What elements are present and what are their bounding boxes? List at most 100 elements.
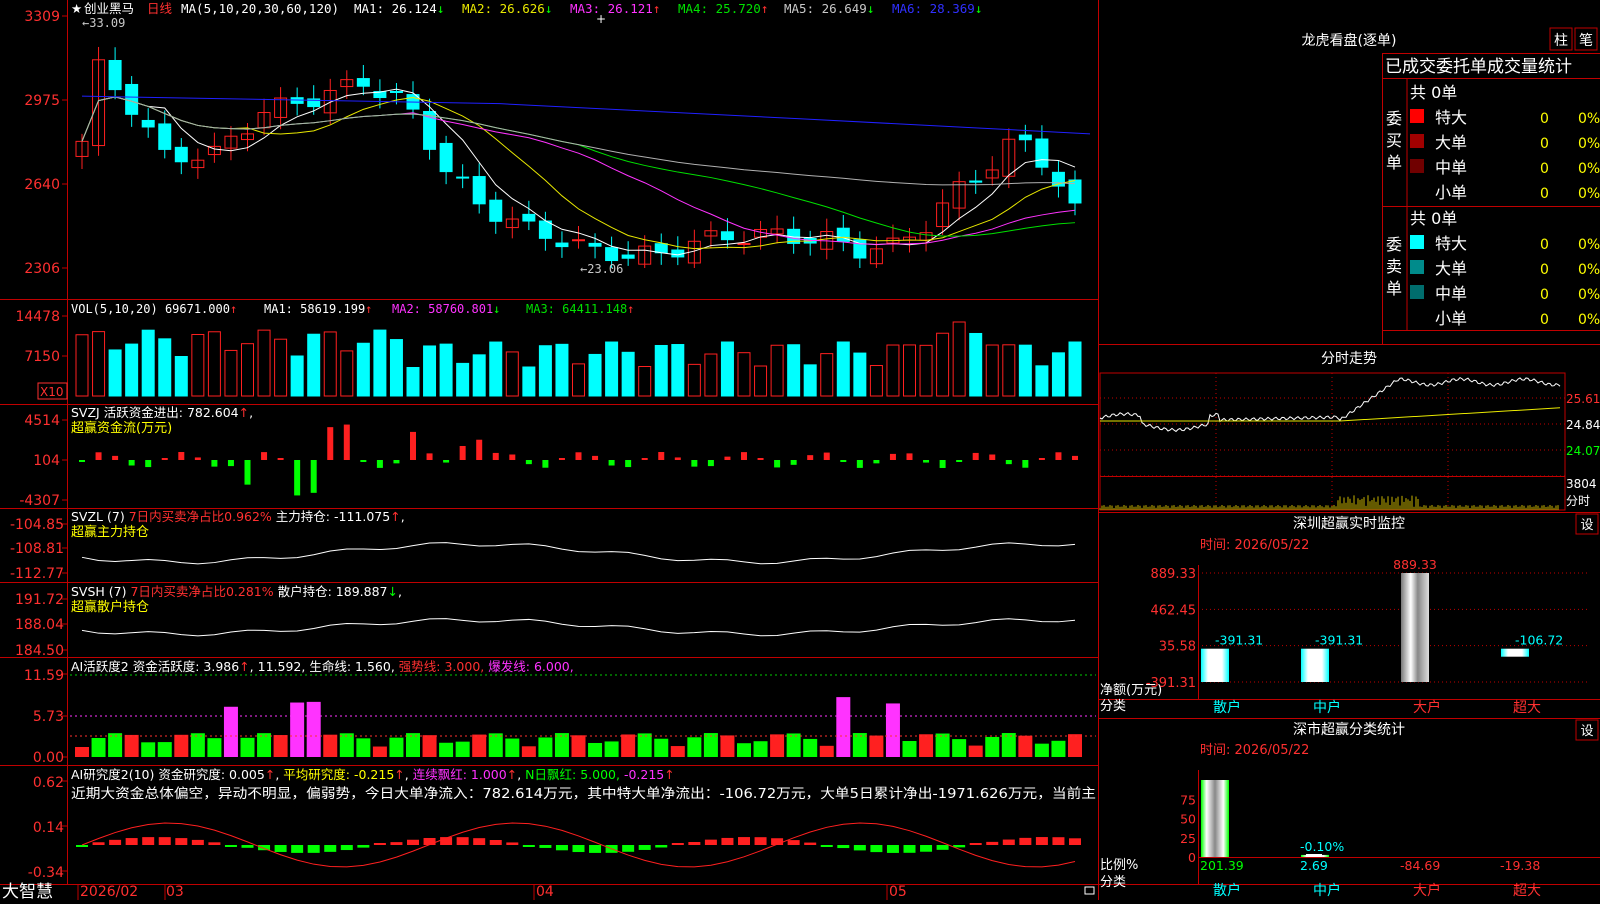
sell-total: 共 0单 xyxy=(1410,209,1457,228)
volume-bar xyxy=(290,355,304,397)
main-position-polyline xyxy=(81,542,1076,565)
activity-bar xyxy=(290,702,305,757)
volume-bar xyxy=(621,351,635,397)
activity-bar xyxy=(207,738,222,757)
research-bar xyxy=(622,845,635,852)
sell-row-pct: 0% xyxy=(1578,287,1600,303)
buy-row-count: 0 xyxy=(1540,186,1549,202)
activity-bar xyxy=(356,738,371,757)
flow-bar xyxy=(443,460,450,463)
research-bar xyxy=(258,845,271,851)
candle-body xyxy=(125,83,139,115)
activity-bar xyxy=(108,733,123,757)
candle-body xyxy=(472,176,486,205)
activity-bar xyxy=(455,741,470,757)
intraday-lines xyxy=(1099,376,1561,510)
ma-line xyxy=(81,96,1076,237)
class-ytick: 50 xyxy=(1180,812,1196,827)
xaxis-label-4: 05 xyxy=(889,884,907,900)
volume-bar xyxy=(241,343,254,397)
volume-bar xyxy=(952,321,966,397)
class-value-label: -84.69 xyxy=(1400,858,1440,873)
volume-bar xyxy=(406,367,420,397)
flow-bar xyxy=(856,460,863,468)
flow-bar xyxy=(327,427,334,460)
flow-bar xyxy=(823,452,830,460)
candle-body xyxy=(555,242,569,248)
activity-bar xyxy=(654,738,669,757)
activity-bar xyxy=(240,737,255,757)
activity-bar xyxy=(488,733,503,757)
research-bar xyxy=(589,845,602,853)
research-bar xyxy=(969,843,982,845)
price-ytick-1: 3309 xyxy=(24,9,60,25)
flow-bar xyxy=(277,458,284,460)
activity-bar xyxy=(786,733,801,757)
research-bar xyxy=(125,838,138,845)
class-time: 时间: 2026/05/22 xyxy=(1200,743,1309,758)
flow-bar xyxy=(244,460,251,485)
volume-bar xyxy=(1035,365,1049,397)
svg-text:MA1: 58619.199↑: MA1: 58619.199↑ xyxy=(264,302,372,316)
monitor-ytick: 462.45 xyxy=(1151,603,1197,618)
activity-bar xyxy=(935,733,950,757)
sell-row-name: 特大 xyxy=(1435,234,1467,253)
activity-bar xyxy=(273,735,288,757)
activity-bar xyxy=(157,742,172,757)
research-bar xyxy=(936,845,949,850)
volume-bar xyxy=(1068,341,1082,397)
ma3-legend: MA3: 26.121↑ xyxy=(570,1,660,16)
sell-row-count: 0 xyxy=(1540,287,1549,303)
volume-bar xyxy=(572,363,585,397)
flow-bar xyxy=(906,453,913,460)
research-bar xyxy=(373,843,386,845)
period-label[interactable]: 日线 xyxy=(147,1,173,16)
flow-bar xyxy=(145,460,152,468)
star-icon[interactable]: ★ xyxy=(71,1,82,16)
price-ytick-4: 2306 xyxy=(24,261,60,277)
activity-bar xyxy=(703,733,718,757)
activity-bar xyxy=(737,743,751,757)
svg-text:MA2: 58760.801↓: MA2: 58760.801↓ xyxy=(392,302,500,316)
flow-bar xyxy=(658,452,665,460)
flow-bar xyxy=(360,460,367,462)
volume-bar xyxy=(1051,352,1065,397)
monitor-settings-label: 设 xyxy=(1580,518,1593,533)
research-bar xyxy=(1069,838,1081,845)
research-bar xyxy=(191,839,204,845)
sell-row-pct: 0% xyxy=(1578,237,1600,253)
research-bar xyxy=(423,837,436,845)
activity-bar xyxy=(803,738,818,757)
volume-bar xyxy=(836,341,850,397)
monitor-value-label: 889.33 xyxy=(1393,557,1437,572)
research-bar xyxy=(920,845,933,852)
volume-bar xyxy=(92,331,106,397)
tab-bar-label: 柱 xyxy=(1554,33,1568,49)
volume-bar xyxy=(969,332,983,397)
sell-label-char: 单 xyxy=(1386,279,1402,298)
research-bar xyxy=(208,842,221,845)
retail-position-polyline xyxy=(81,618,1076,637)
chart-canvas[interactable]: 3309 2975 2640 2306 ★ 创业黑马 日线 MA(5,10,20… xyxy=(0,0,1600,902)
volume-bar xyxy=(803,364,817,397)
sell-row-count: 0 xyxy=(1540,237,1549,253)
candle-body xyxy=(737,242,751,245)
activity-bar xyxy=(439,742,454,757)
volume-bar xyxy=(158,338,172,397)
activity-bar xyxy=(720,735,735,757)
lock-icon[interactable] xyxy=(1084,886,1095,895)
price-legend: ★ 创业黑马 日线 MA(5,10,20,30,60,120) MA1: 26.… xyxy=(71,1,982,16)
candle-body xyxy=(621,254,635,259)
flow-bar xyxy=(310,460,317,493)
monitor-xlabel: 分类 xyxy=(1100,699,1126,714)
flow-bar xyxy=(807,455,814,460)
monitor-bar xyxy=(1301,648,1329,682)
svzl-ytick-3: -112.77 xyxy=(10,566,64,582)
sell-row-name: 中单 xyxy=(1435,284,1467,303)
class-value-label: 2.69 xyxy=(1300,858,1328,873)
svzl-legend: SVZL (7) 7日内买卖净占比0.962% 主力持仓: -111.075↑, xyxy=(71,509,405,524)
svzj-ytick-3: -4307 xyxy=(19,493,60,509)
candle-body xyxy=(158,123,172,150)
class-title: 深市超赢分类统计 xyxy=(1293,721,1405,738)
flow-bar xyxy=(625,460,632,468)
